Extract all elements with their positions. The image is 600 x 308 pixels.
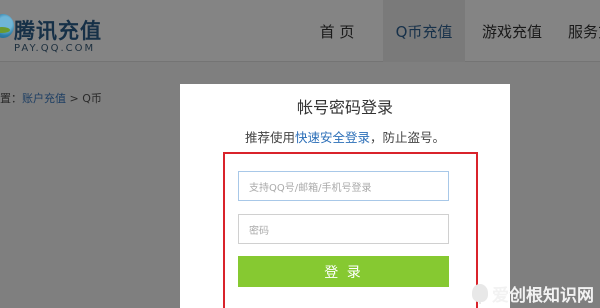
- nav-qb-recharge[interactable]: Q币充值: [383, 0, 465, 62]
- login-button[interactable]: 登 录: [238, 256, 449, 287]
- breadcrumb-current: Q币: [82, 92, 102, 105]
- tencent-pay-logo[interactable]: 腾讯充值 PAY.QQ.COM: [0, 6, 110, 56]
- breadcrumb-separator: >: [66, 92, 83, 105]
- breadcrumb-prefix: 置：: [0, 92, 22, 105]
- globe-logo-icon: [0, 14, 14, 38]
- login-tip-after: ，防止盗号。: [370, 130, 446, 145]
- breadcrumb: 置：账户充值 > Q币: [0, 90, 102, 106]
- nav-service-recharge[interactable]: 服务充: [560, 0, 600, 62]
- login-title: 帐号密码登录: [296, 98, 393, 117]
- login-tip: 推荐使用快速安全登录，防止盗号。: [180, 127, 510, 146]
- watermark: 爱创根知识网: [472, 280, 594, 306]
- account-placeholder: 支持QQ号/邮箱/手机号登录: [249, 182, 372, 194]
- password-placeholder: 密码: [249, 225, 269, 237]
- nav-game-recharge[interactable]: 游戏充值: [472, 0, 552, 62]
- login-tip-before: 推荐使用: [244, 130, 295, 145]
- top-header: 腾讯充值 PAY.QQ.COM 首 页 Q币充值 游戏充值 服务充: [0, 0, 600, 62]
- logo-name: 腾讯充值: [14, 19, 102, 43]
- account-input[interactable]: 支持QQ号/邮箱/手机号登录: [238, 171, 449, 201]
- tree-logo-icon: [472, 284, 488, 304]
- password-input[interactable]: 密码: [238, 214, 449, 244]
- watermark-text: 爱创根知识网: [492, 285, 594, 306]
- logo-url: PAY.QQ.COM: [14, 43, 96, 54]
- quick-login-link[interactable]: 快速安全登录: [295, 130, 370, 145]
- breadcrumb-link-account-recharge[interactable]: 账户充值: [22, 92, 66, 105]
- nav-home[interactable]: 首 页: [300, 0, 374, 62]
